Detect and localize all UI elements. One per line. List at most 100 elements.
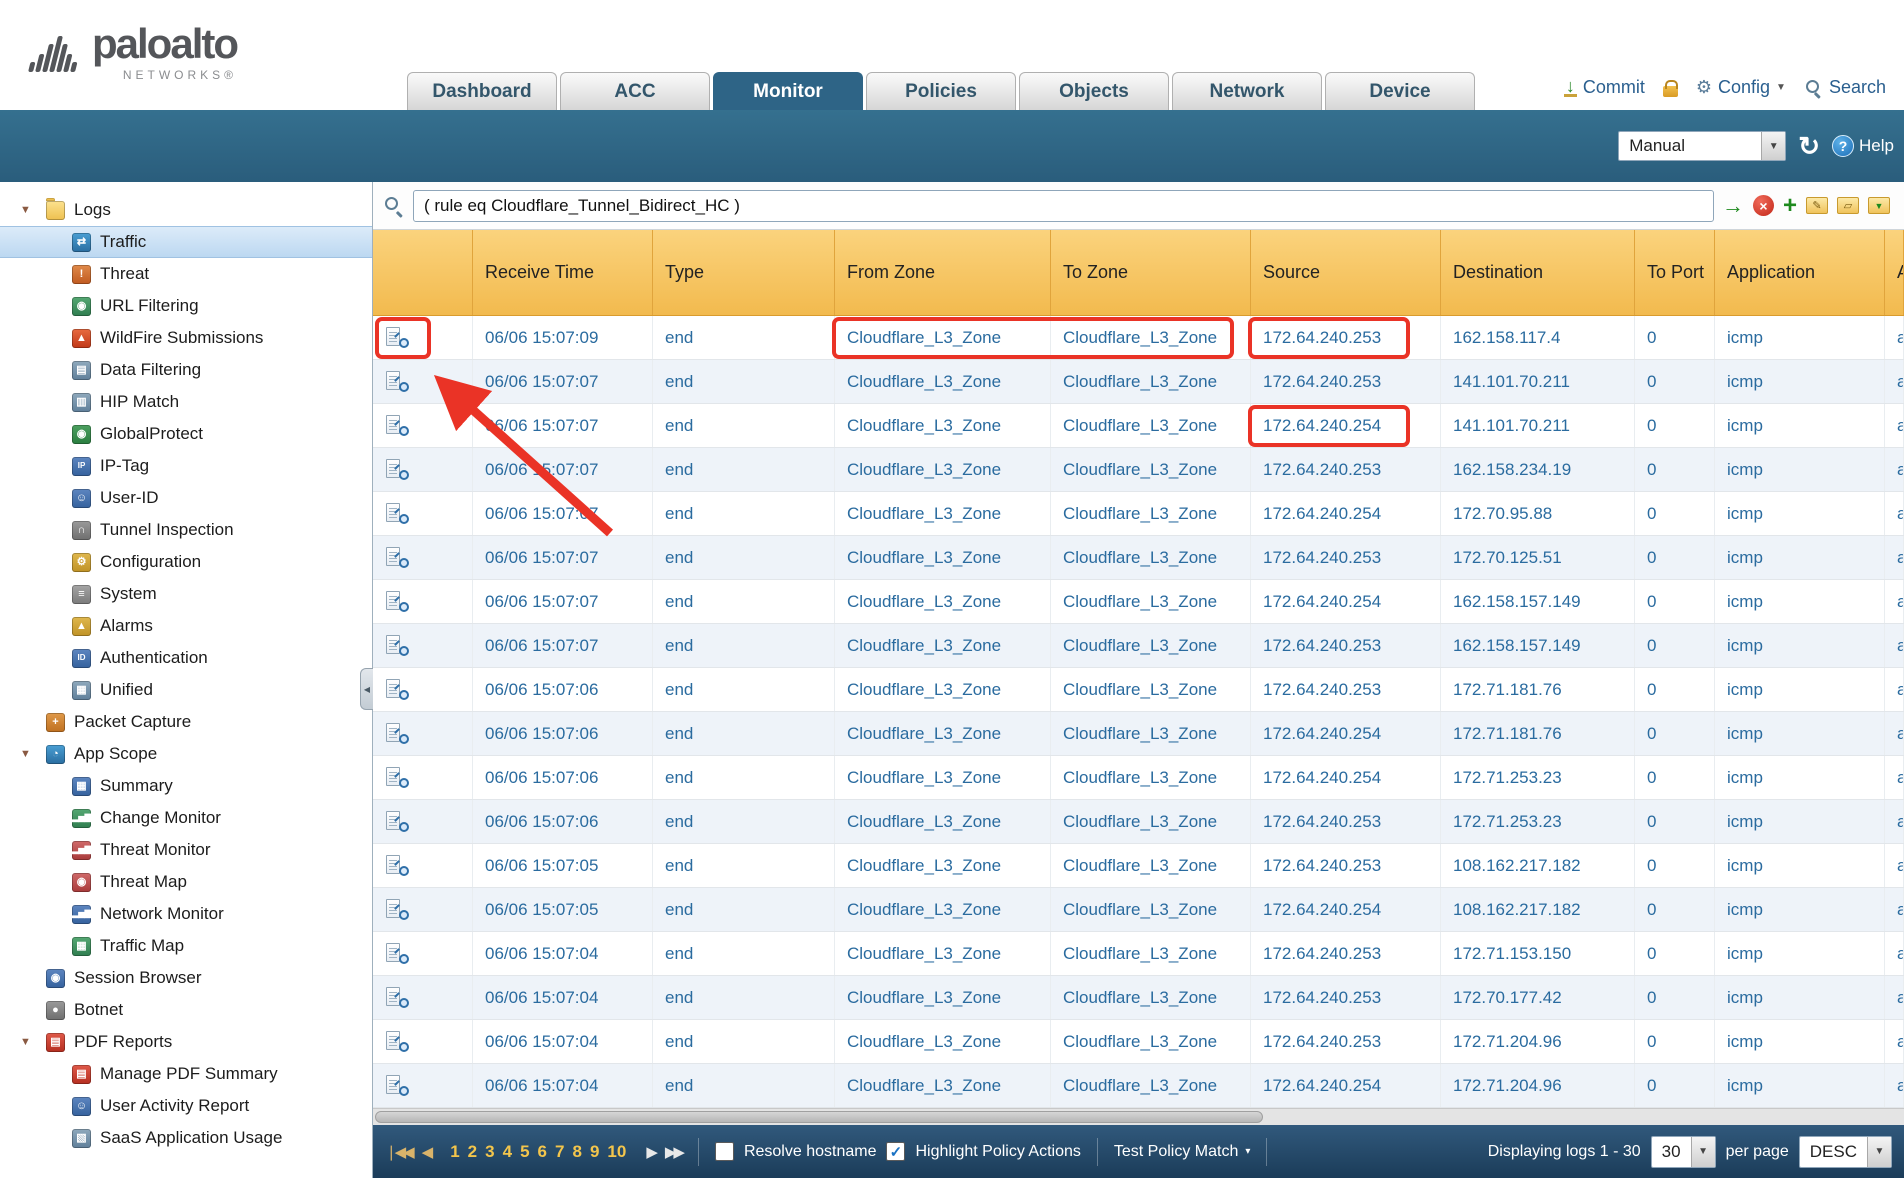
cell-source[interactable]: 172.64.240.254 <box>1251 1064 1441 1107</box>
log-detail-icon[interactable] <box>383 766 413 790</box>
cell-destination[interactable]: 172.70.95.88 <box>1441 492 1635 535</box>
cell-source[interactable]: 172.64.240.254 <box>1251 580 1441 623</box>
sidebar-item-globalprotect[interactable]: ◉GlobalProtect <box>0 418 372 450</box>
sidebar-item-botnet[interactable]: ●Botnet <box>0 994 372 1026</box>
tree-expander-icon[interactable]: ▼ <box>20 1036 46 1048</box>
cell-from-zone[interactable]: Cloudflare_L3_Zone <box>835 624 1051 667</box>
cell-to-zone[interactable]: Cloudflare_L3_Zone <box>1051 1020 1251 1063</box>
cell-type[interactable]: end <box>653 1064 835 1107</box>
edit-filter-button[interactable]: ✎ <box>1806 197 1828 214</box>
sidebar-item-session-browser[interactable]: ◉Session Browser <box>0 962 372 994</box>
sidebar-item-traffic[interactable]: ⇄Traffic <box>0 226 372 258</box>
refresh-mode-select[interactable]: Manual ▼ <box>1618 131 1786 161</box>
log-detail-icon[interactable] <box>383 898 413 922</box>
pager-page-8[interactable]: 8 <box>572 1142 581 1162</box>
log-detail-icon[interactable] <box>383 722 413 746</box>
cell-application[interactable]: icmp <box>1715 404 1885 447</box>
sidebar-item-pdf-reports[interactable]: ▼▤PDF Reports <box>0 1026 372 1058</box>
pager-page-9[interactable]: 9 <box>590 1142 599 1162</box>
cell-application[interactable]: icmp <box>1715 756 1885 799</box>
pager-last-button[interactable]: ▶▶ <box>665 1143 682 1161</box>
sidebar-item-threat-map[interactable]: ◉Threat Map <box>0 866 372 898</box>
cell-to-port[interactable]: 0 <box>1635 448 1715 491</box>
sidebar-item-user-activity-report[interactable]: ☺User Activity Report <box>0 1090 372 1122</box>
per-page-select[interactable]: 30 ▼ <box>1651 1136 1716 1168</box>
cell-to-zone[interactable]: Cloudflare_L3_Zone <box>1051 316 1251 359</box>
log-detail-icon[interactable] <box>383 634 413 658</box>
pager-page-6[interactable]: 6 <box>538 1142 547 1162</box>
cell-type[interactable]: end <box>653 888 835 931</box>
cell-to-port[interactable]: 0 <box>1635 932 1715 975</box>
cell-from-zone[interactable]: Cloudflare_L3_Zone <box>835 492 1051 535</box>
column-header-to-zone[interactable]: To Zone <box>1051 230 1251 315</box>
cell-from-zone[interactable]: Cloudflare_L3_Zone <box>835 756 1051 799</box>
cell-application[interactable]: icmp <box>1715 712 1885 755</box>
global-search-button[interactable]: Search <box>1804 77 1886 98</box>
highlight-policy-checkbox[interactable]: ✓ <box>886 1142 905 1161</box>
cell-from-zone[interactable]: Cloudflare_L3_Zone <box>835 536 1051 579</box>
cell-from-zone[interactable]: Cloudflare_L3_Zone <box>835 668 1051 711</box>
cell-destination[interactable]: 141.101.70.211 <box>1441 404 1635 447</box>
sidebar-item-threat-monitor[interactable]: ▂▅▇Threat Monitor <box>0 834 372 866</box>
pager-next-button[interactable]: ▶ <box>646 1143 655 1161</box>
log-detail-icon[interactable] <box>383 590 413 614</box>
cell-source[interactable]: 172.64.240.253 <box>1251 360 1441 403</box>
log-detail-icon[interactable] <box>383 414 413 438</box>
cell-from-zone[interactable]: Cloudflare_L3_Zone <box>835 316 1051 359</box>
log-filter-input[interactable] <box>413 190 1714 222</box>
cell-from-zone[interactable]: Cloudflare_L3_Zone <box>835 844 1051 887</box>
cell-type[interactable]: end <box>653 536 835 579</box>
commit-button[interactable]: ↓ Commit <box>1564 77 1645 98</box>
cell-application[interactable]: icmp <box>1715 316 1885 359</box>
cell-destination[interactable]: 162.158.157.149 <box>1441 580 1635 623</box>
cell-type[interactable]: end <box>653 624 835 667</box>
cell-from-zone[interactable]: Cloudflare_L3_Zone <box>835 404 1051 447</box>
cell-from-zone[interactable]: Cloudflare_L3_Zone <box>835 1064 1051 1107</box>
cell-to-port[interactable]: 0 <box>1635 976 1715 1019</box>
column-header-destination[interactable]: Destination <box>1441 230 1635 315</box>
cell-from-zone[interactable]: Cloudflare_L3_Zone <box>835 580 1051 623</box>
cell-to-port[interactable]: 0 <box>1635 492 1715 535</box>
cell-to-port[interactable]: 0 <box>1635 1020 1715 1063</box>
pager-page-3[interactable]: 3 <box>485 1142 494 1162</box>
sidebar-item-change-monitor[interactable]: ▂▅▇Change Monitor <box>0 802 372 834</box>
cell-type[interactable]: end <box>653 492 835 535</box>
add-filter-button[interactable]: + <box>1783 196 1797 216</box>
sidebar-item-tunnel-inspection[interactable]: ∩Tunnel Inspection <box>0 514 372 546</box>
clear-filter-button[interactable]: × <box>1753 195 1774 216</box>
cell-source[interactable]: 172.64.240.253 <box>1251 800 1441 843</box>
scrollbar-thumb[interactable] <box>375 1111 1263 1123</box>
cell-to-zone[interactable]: Cloudflare_L3_Zone <box>1051 668 1251 711</box>
cell-to-zone[interactable]: Cloudflare_L3_Zone <box>1051 844 1251 887</box>
sidebar-item-app-scope[interactable]: ▼◔App Scope <box>0 738 372 770</box>
cell-type[interactable]: end <box>653 1020 835 1063</box>
tab-network[interactable]: Network <box>1172 72 1322 110</box>
cell-application[interactable]: icmp <box>1715 844 1885 887</box>
cell-to-zone[interactable]: Cloudflare_L3_Zone <box>1051 976 1251 1019</box>
cell-application[interactable]: icmp <box>1715 360 1885 403</box>
cell-application[interactable]: icmp <box>1715 932 1885 975</box>
cell-source[interactable]: 172.64.240.253 <box>1251 844 1441 887</box>
cell-to-port[interactable]: 0 <box>1635 360 1715 403</box>
tab-device[interactable]: Device <box>1325 72 1475 110</box>
cell-source[interactable]: 172.64.240.254 <box>1251 756 1441 799</box>
cell-destination[interactable]: 172.71.204.96 <box>1441 1064 1635 1107</box>
refresh-icon[interactable]: ↻ <box>1798 133 1820 159</box>
pager-page-7[interactable]: 7 <box>555 1142 564 1162</box>
cell-source[interactable]: 172.64.240.254 <box>1251 492 1441 535</box>
cell-destination[interactable]: 108.162.217.182 <box>1441 888 1635 931</box>
cell-type[interactable]: end <box>653 448 835 491</box>
cell-source[interactable]: 172.64.240.254 <box>1251 888 1441 931</box>
cell-source[interactable]: 172.64.240.253 <box>1251 1020 1441 1063</box>
cell-destination[interactable]: 141.101.70.211 <box>1441 360 1635 403</box>
sidebar-item-unified[interactable]: ▦Unified <box>0 674 372 706</box>
sidebar-item-saas-application-usage[interactable]: ▧SaaS Application Usage <box>0 1122 372 1154</box>
cell-to-port[interactable]: 0 <box>1635 712 1715 755</box>
sidebar-item-manage-pdf-summary[interactable]: ▤Manage PDF Summary <box>0 1058 372 1090</box>
cell-application[interactable]: icmp <box>1715 800 1885 843</box>
cell-application[interactable]: icmp <box>1715 976 1885 1019</box>
log-detail-icon[interactable] <box>383 986 413 1010</box>
cell-destination[interactable]: 172.71.181.76 <box>1441 668 1635 711</box>
cell-application[interactable]: icmp <box>1715 580 1885 623</box>
cell-source[interactable]: 172.64.240.253 <box>1251 536 1441 579</box>
